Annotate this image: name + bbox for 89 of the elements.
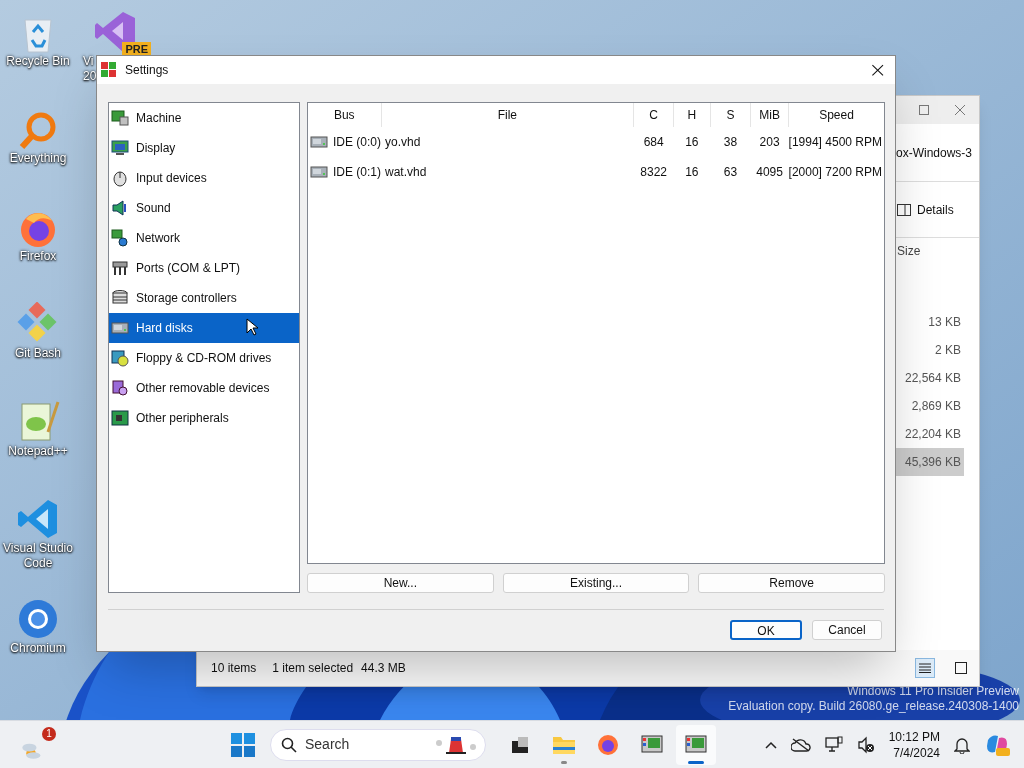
chromium-icon	[16, 597, 60, 641]
disc-drive-icon	[111, 349, 129, 367]
view-button[interactable]: Details	[897, 200, 954, 219]
table-cell-text: [2000] 7200 RPM	[788, 164, 883, 181]
pointer-icon	[246, 318, 258, 336]
column-header[interactable]: File	[381, 103, 634, 127]
device-icon	[111, 379, 129, 397]
details-view-button[interactable]	[915, 658, 935, 678]
running-indicator	[688, 760, 704, 764]
firefox-icon	[596, 732, 620, 757]
size-cell-text: 2 KB	[934, 342, 962, 359]
column-header[interactable]: Speed	[788, 103, 884, 127]
table-cell: yo.vhd	[381, 127, 634, 157]
table-cell: 203	[750, 127, 789, 157]
category-item[interactable]: Floppy & CD-ROM drives	[109, 343, 299, 373]
circuit-board-icon	[111, 409, 129, 427]
monitor-icon	[111, 139, 129, 157]
maximize-icon[interactable]	[919, 105, 929, 115]
chevron-up-icon[interactable]	[764, 740, 777, 749]
table-cell: 684	[633, 127, 674, 157]
mouse-icon	[111, 169, 129, 187]
table-cell: [1994] 4500 RPM	[788, 127, 884, 157]
cloud-icon[interactable]	[790, 737, 811, 752]
category-item[interactable]: Network	[109, 223, 299, 253]
app-icon	[101, 62, 117, 78]
status-text: 44.3 MB	[361, 660, 406, 677]
size-cell: 45,396 KB	[895, 448, 964, 476]
close-icon[interactable]	[955, 105, 965, 115]
address-text: ox-Windows-3	[895, 144, 973, 162]
close-button[interactable]: ×	[868, 59, 887, 81]
notification-badge: 1	[42, 726, 56, 741]
task-view-icon	[510, 734, 530, 755]
column-header[interactable]: H	[673, 103, 711, 127]
clock-date[interactable]: 7/4/2024	[893, 744, 940, 761]
category-item[interactable]: Display	[109, 133, 299, 163]
search-box[interactable]: Search	[270, 728, 486, 761]
computer-icon	[111, 109, 129, 127]
start-icon[interactable]	[230, 731, 256, 758]
status-text: 10 items	[211, 660, 257, 677]
muted-speaker-icon[interactable]	[856, 735, 875, 754]
category-item[interactable]: Ports (COM & LPT)	[109, 253, 299, 283]
code-editor-icon	[16, 497, 60, 541]
table-cell-text: 8322	[639, 164, 668, 181]
plug-icon	[111, 259, 129, 277]
category-item[interactable]: Other removable devices	[109, 373, 299, 403]
table-cell: 4095	[750, 157, 789, 187]
column-header[interactable]: Bus	[308, 103, 381, 127]
watermark-text: Evaluation copy. Build 26080.ge_release.240308-1400	[728, 699, 1019, 714]
table-cell: 16	[673, 127, 711, 157]
table-cell-text: IDE (0:0)	[333, 134, 381, 151]
bell-icon[interactable]	[954, 735, 970, 754]
table-cell-text: 63	[722, 164, 739, 181]
speaker-icon	[111, 199, 129, 217]
table-cell-text: 16	[684, 164, 700, 181]
action-button[interactable]: New...	[307, 573, 494, 593]
size-cell-text: 22,564 KB	[903, 370, 962, 387]
square-icon	[955, 662, 967, 674]
size-cell-text: 2,869 KB	[910, 398, 962, 415]
category-item[interactable]: Input devices	[109, 163, 299, 193]
details-pane-icon	[897, 203, 911, 216]
column-header[interactable]: S	[710, 103, 751, 127]
preview-badge: PRE	[122, 42, 151, 56]
ok-button[interactable]: OK	[730, 620, 802, 640]
running-indicator	[561, 760, 567, 764]
table-cell-text: IDE (0:1)	[333, 164, 381, 181]
action-button[interactable]: Existing...	[502, 573, 690, 593]
size-cell-text: 22,204 KB	[903, 426, 962, 443]
action-button[interactable]: Remove	[698, 573, 885, 593]
window-title: Settings	[125, 62, 169, 79]
column-header[interactable]: Size	[897, 242, 921, 260]
column-header[interactable]: MiB	[750, 103, 789, 127]
category-item[interactable]: Sound	[109, 193, 299, 223]
table-cell: 38	[710, 127, 751, 157]
list-icon	[919, 663, 931, 673]
clock-time[interactable]: 10:12 PM	[888, 728, 940, 745]
category-item[interactable]: Machine	[109, 103, 299, 133]
network-icon[interactable]	[824, 735, 843, 754]
column-header[interactable]: C	[633, 103, 674, 127]
table-cell: wat.vhd	[381, 157, 634, 187]
search-icon	[281, 736, 297, 753]
size-cell-text: 13 KB	[927, 314, 962, 331]
category-item[interactable]: Storage controllers	[109, 283, 299, 313]
cancel-button[interactable]: Cancel	[812, 620, 882, 640]
category-item[interactable]: Hard disks	[109, 313, 299, 343]
disk-stack-icon	[111, 289, 129, 307]
magnifier-icon	[18, 111, 58, 151]
category-item[interactable]: Other peripherals	[109, 403, 299, 433]
status-text: 1 item selected	[272, 660, 354, 677]
network-icon	[111, 229, 129, 247]
